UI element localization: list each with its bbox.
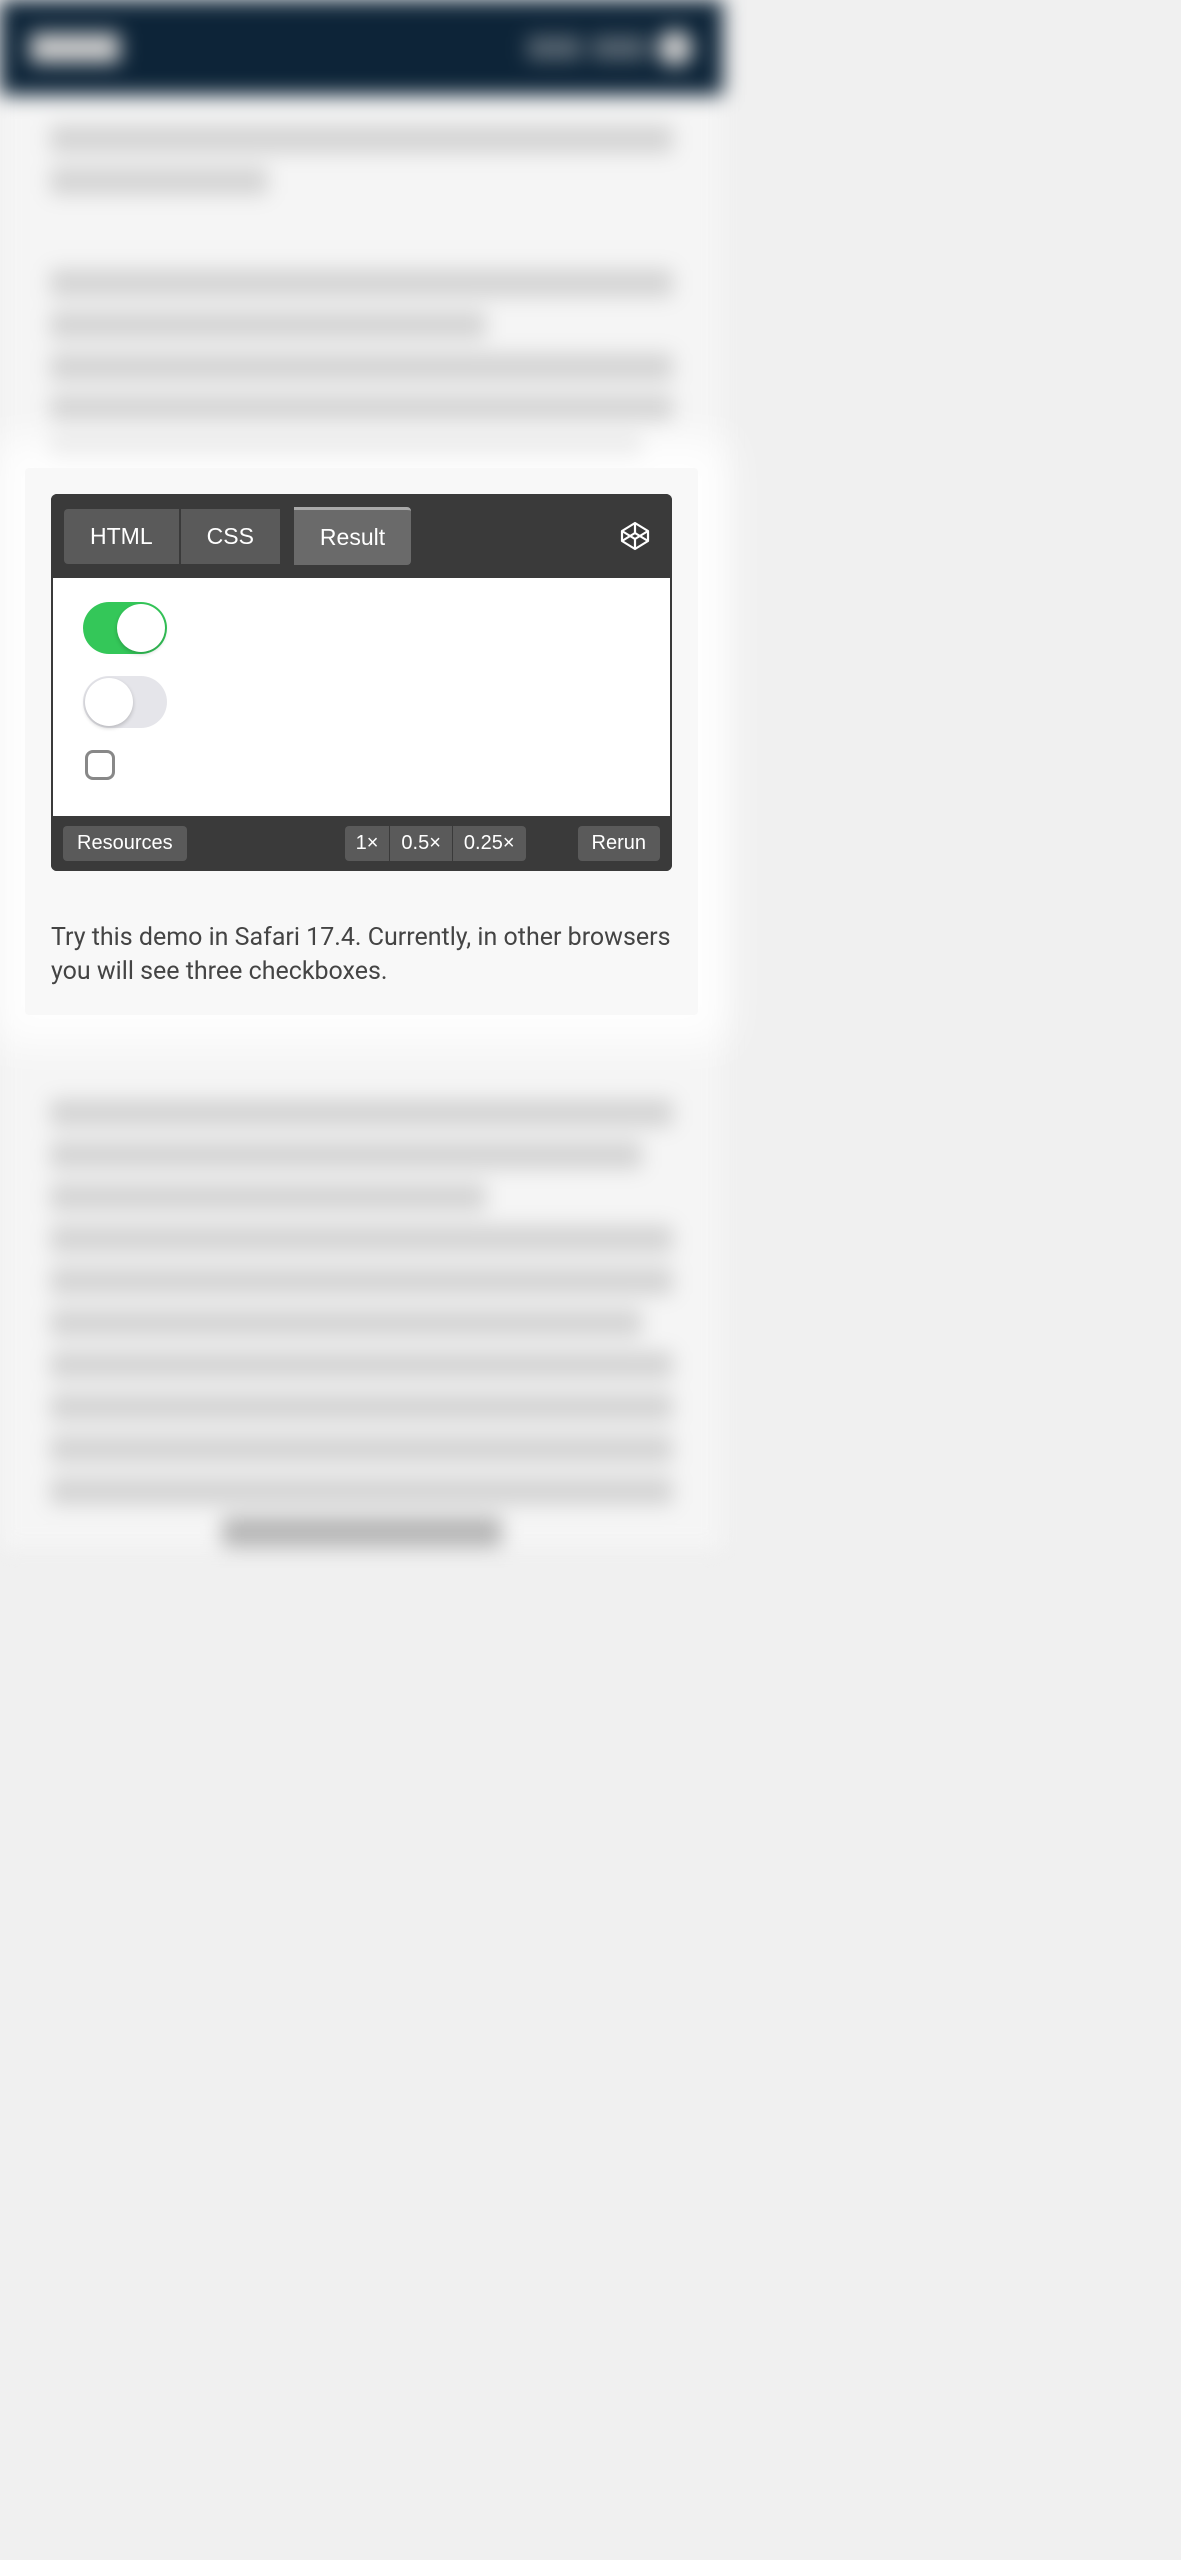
- rerun-button[interactable]: Rerun: [578, 826, 660, 861]
- switch-checked[interactable]: [83, 602, 167, 654]
- codepen-demo-card: HTML CSS Result Resources: [25, 468, 698, 1015]
- tab-html[interactable]: HTML: [64, 509, 179, 564]
- demo-footer: Resources 1× 0.5× 0.25× Rerun: [51, 816, 672, 871]
- zoom-05x-button[interactable]: 0.5×: [390, 826, 451, 861]
- checkbox-unchecked[interactable]: [85, 750, 115, 780]
- demo-result-pane: [51, 578, 672, 816]
- zoom-controls: 1× 0.5× 0.25×: [345, 826, 526, 861]
- codepen-icon[interactable]: [619, 520, 651, 552]
- demo-frame: HTML CSS Result Resources: [51, 494, 672, 871]
- tab-css[interactable]: CSS: [181, 509, 280, 564]
- zoom-025x-button[interactable]: 0.25×: [453, 826, 526, 861]
- tab-result[interactable]: Result: [294, 507, 411, 565]
- demo-tab-bar: HTML CSS Result: [51, 494, 672, 578]
- resources-button[interactable]: Resources: [63, 826, 187, 861]
- zoom-1x-button[interactable]: 1×: [345, 826, 390, 861]
- switch-unchecked[interactable]: [83, 676, 167, 728]
- demo-caption: Try this demo in Safari 17.4. Currently,…: [51, 921, 672, 989]
